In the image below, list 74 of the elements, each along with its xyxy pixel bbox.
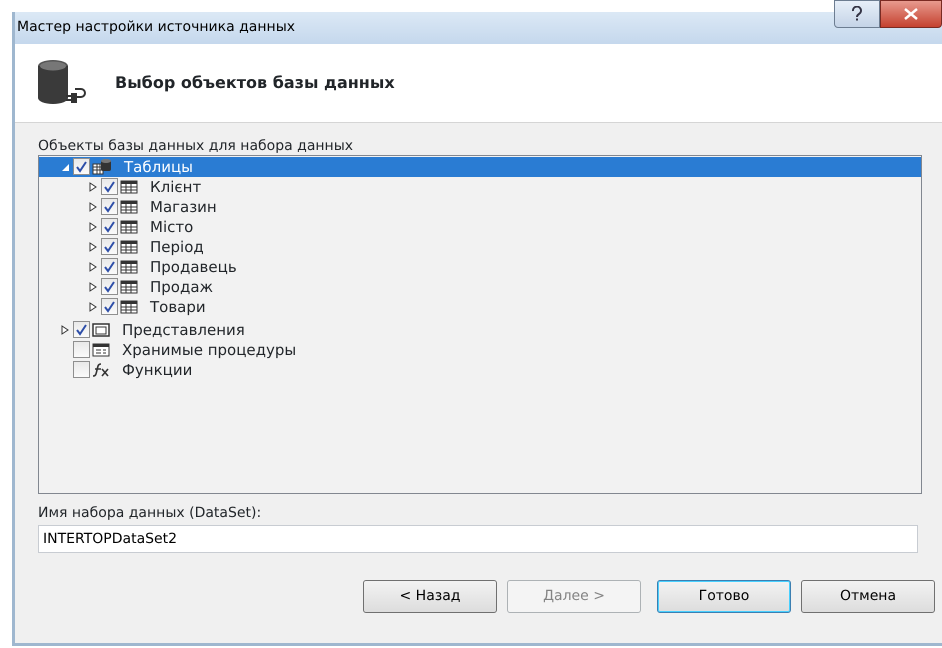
tree-item-label: Місто <box>150 216 194 238</box>
wizard-button[interactable]: < Назад <box>363 580 497 613</box>
checkbox[interactable] <box>101 218 118 236</box>
tree-item[interactable]: Продавець <box>39 256 921 277</box>
tree-item[interactable]: Продаж <box>39 276 921 297</box>
tree-item[interactable]: Хранимые процедуры <box>39 340 921 360</box>
tree-item-label: Таблицы <box>124 156 193 178</box>
function-icon <box>92 362 110 378</box>
tables-icon <box>92 158 112 176</box>
tree-item[interactable]: Таблицы <box>39 156 921 177</box>
dataset-name-field[interactable]: INTERTOPDataSet2 <box>38 524 918 553</box>
check-icon <box>103 300 116 314</box>
tree-item-label: Період <box>150 236 204 258</box>
checkbox[interactable] <box>101 258 118 276</box>
tree-item-label: Хранимые процедуры <box>122 340 296 361</box>
expand-arrow-icon[interactable] <box>88 202 98 212</box>
tree-item[interactable]: Магазин <box>39 196 921 217</box>
check-icon <box>103 260 116 274</box>
checkbox[interactable] <box>101 198 118 216</box>
tree-item[interactable]: Клієнт <box>39 176 921 197</box>
close-icon <box>903 8 919 20</box>
table-icon <box>120 298 138 315</box>
tree-item-label: Представления <box>122 320 245 341</box>
expand-arrow-icon[interactable] <box>88 182 98 192</box>
table-icon <box>120 218 138 235</box>
tree-item-label: Продаж <box>150 276 214 298</box>
tree-item[interactable]: Товари <box>39 296 921 317</box>
tree-label: Объекты базы данных для набора данных <box>38 136 354 155</box>
check-icon <box>103 220 116 234</box>
page-heading: Выбор объектов базы данных <box>115 72 395 94</box>
tree-item-label: Магазин <box>150 196 217 218</box>
check-icon <box>103 180 116 194</box>
dataset-label: Имя набора данных (DataSet): <box>38 504 262 522</box>
collapse-arrow-icon[interactable] <box>60 162 70 172</box>
help-icon <box>851 6 863 22</box>
table-icon <box>120 238 138 255</box>
tree-item-label: Товари <box>150 296 206 318</box>
checkbox[interactable] <box>101 278 118 296</box>
expand-arrow-icon[interactable] <box>88 242 98 252</box>
tree-item-label: Клієнт <box>150 176 202 198</box>
procedure-icon <box>92 342 110 358</box>
checkbox[interactable] <box>73 341 90 358</box>
table-icon <box>120 278 138 295</box>
expand-arrow-icon[interactable] <box>88 282 98 292</box>
table-icon <box>120 258 138 275</box>
table-icon <box>120 178 138 195</box>
tree-item-label: Функции <box>122 360 192 381</box>
check-icon <box>75 323 88 336</box>
wizard-button[interactable]: Отмена <box>801 580 935 613</box>
window-title: Мастер настройки источника данных <box>17 18 296 38</box>
expand-arrow-icon[interactable] <box>60 324 70 335</box>
checkbox[interactable] <box>73 158 90 176</box>
view-icon <box>92 322 110 338</box>
close-button[interactable] <box>880 0 942 28</box>
check-icon <box>75 160 88 174</box>
table-icon <box>120 198 138 215</box>
checkbox[interactable] <box>101 178 118 196</box>
tree-item[interactable]: Період <box>39 236 921 257</box>
check-icon <box>103 280 116 294</box>
checkbox[interactable] <box>73 361 90 378</box>
help-button[interactable] <box>834 0 880 28</box>
checkbox[interactable] <box>101 238 118 256</box>
check-icon <box>103 200 116 214</box>
tree-item[interactable]: Функции <box>39 360 921 380</box>
wizard-button[interactable]: Готово <box>657 580 791 613</box>
check-icon <box>103 240 116 254</box>
expand-arrow-icon[interactable] <box>88 262 98 272</box>
expand-arrow-icon[interactable] <box>88 222 98 232</box>
tree-item[interactable]: Представления <box>39 320 921 340</box>
tree-item[interactable]: Місто <box>39 216 921 237</box>
tree-item-label: Продавець <box>150 256 237 278</box>
checkbox[interactable] <box>101 298 118 316</box>
checkbox[interactable] <box>73 321 90 338</box>
expand-arrow-icon[interactable] <box>88 302 98 312</box>
